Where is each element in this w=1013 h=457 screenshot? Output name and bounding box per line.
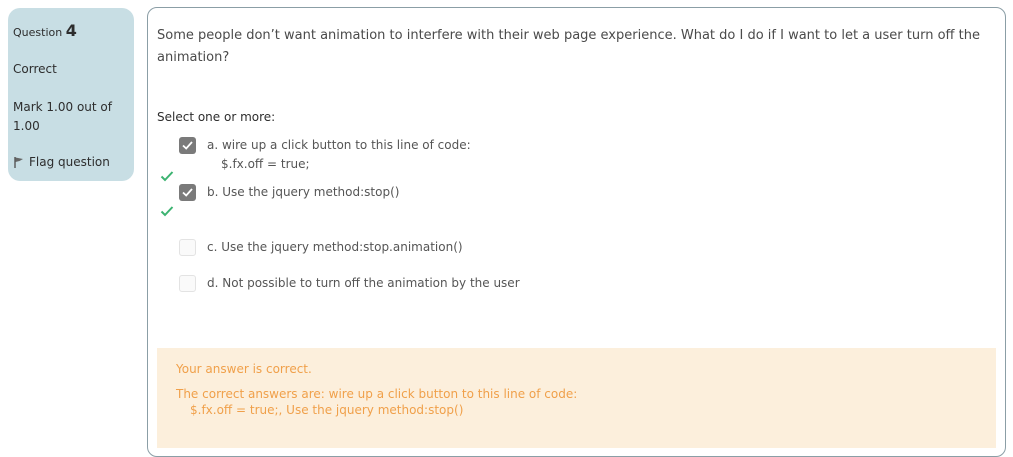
question-number-value: 4 — [65, 21, 77, 40]
answer-label-a: a. wire up a click button to this line o… — [207, 138, 471, 152]
answer-label-c: c. Use the jquery method:stop.animation(… — [207, 240, 463, 254]
question-label: Question — [13, 26, 63, 39]
correct-answers-line2: $.fx.off = true;, Use the jquery method:… — [190, 403, 464, 417]
question-content: Some people don’t want animation to inte… — [147, 7, 1006, 457]
checkmark-icon — [182, 141, 193, 150]
question-state: Correct — [13, 62, 57, 76]
checkbox-a[interactable] — [179, 137, 196, 154]
answer-option-b[interactable]: b. Use the jquery method:stop() — [160, 183, 995, 238]
feedback-box: Your answer is correct. The correct answ… — [157, 348, 996, 448]
correct-tick-icon — [160, 206, 174, 217]
flag-icon — [14, 157, 23, 168]
answer-label-d: d. Not possible to turn off the animatio… — [207, 276, 520, 290]
answer-option-c[interactable]: c. Use the jquery method:stop.animation(… — [179, 238, 995, 274]
answer-prompt: Select one or more: — [157, 110, 276, 124]
correct-answers-line1: The correct answers are: wire up a click… — [176, 387, 578, 401]
question-grade: Mark 1.00 out of 1.00 — [13, 100, 112, 133]
answer-label-b: b. Use the jquery method:stop() — [207, 185, 400, 199]
answer-option-d[interactable]: d. Not possible to turn off the animatio… — [179, 274, 995, 294]
question-number: Question 4 — [13, 21, 126, 40]
question-info-panel: Question 4 Correct Mark 1.00 out of 1.00… — [8, 8, 134, 181]
checkbox-d[interactable] — [179, 275, 196, 292]
answer-list: a. wire up a click button to this line o… — [157, 136, 995, 294]
answer-code-a: $.fx.off = true; — [221, 157, 310, 171]
answer-option-a[interactable]: a. wire up a click button to this line o… — [160, 136, 995, 183]
flag-question-label: Flag question — [29, 155, 110, 169]
correct-tick-icon — [160, 171, 174, 182]
checkbox-c[interactable] — [179, 239, 196, 256]
question-text: Some people don’t want animation to inte… — [157, 28, 980, 65]
flag-question-link[interactable]: Flag question — [13, 155, 126, 169]
checkbox-b[interactable] — [179, 184, 196, 201]
checkmark-icon — [182, 188, 193, 197]
general-feedback: Your answer is correct. — [176, 362, 312, 376]
